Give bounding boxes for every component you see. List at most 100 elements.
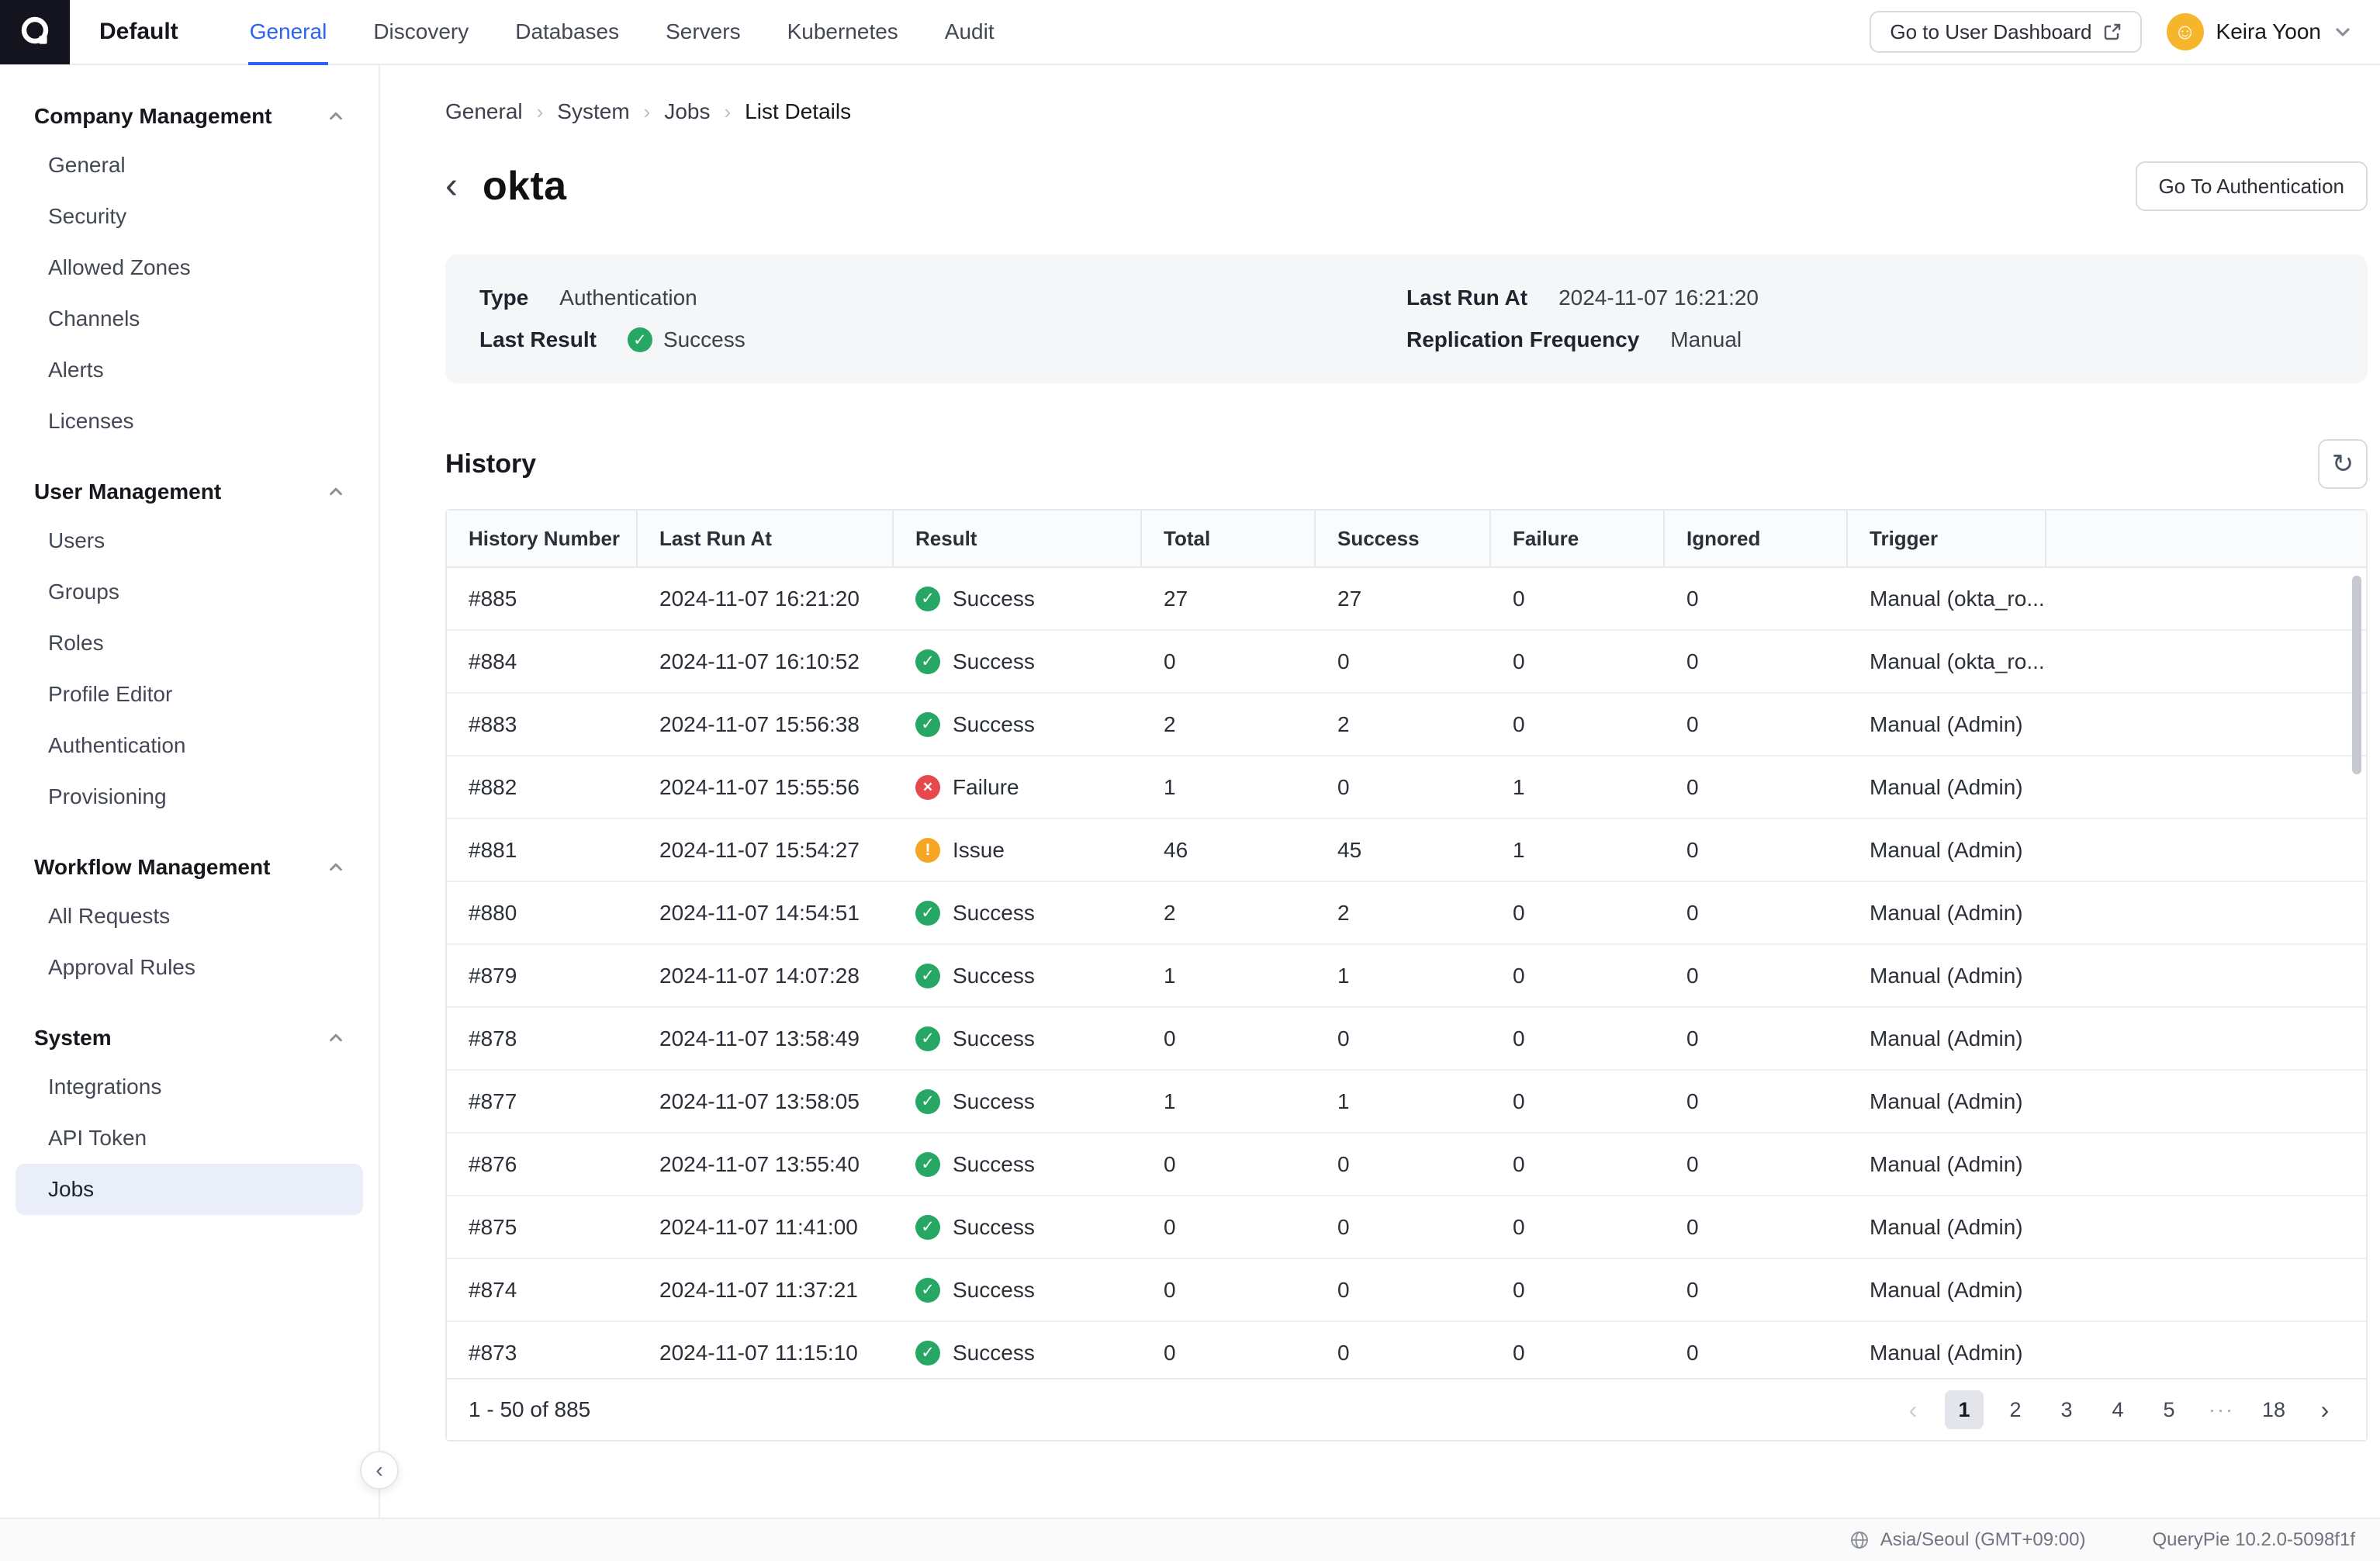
- info-last-run: Last Run At 2024-11-07 16:21:20: [1406, 286, 2333, 310]
- nav-tab-audit[interactable]: Audit: [922, 0, 1018, 64]
- cell-result: ✓ Success: [894, 1196, 1142, 1258]
- pagination-page-18[interactable]: 18: [2254, 1390, 2293, 1429]
- cell-filler: [2046, 819, 2366, 881]
- breadcrumb-item-jobs[interactable]: Jobs: [664, 99, 710, 124]
- sidebar-item-all-requests[interactable]: All Requests: [16, 891, 363, 942]
- sidebar-item-users[interactable]: Users: [16, 515, 363, 566]
- table-row: #884 2024-11-07 16:10:52 ✓ Success 0 0 0 0 Manua…: [447, 631, 2366, 694]
- app-body: Company Management General Security Allowed…: [0, 65, 2380, 1518]
- cell-history-number: #883: [469, 711, 517, 736]
- info-last-run-label: Last Run At: [1406, 286, 1528, 310]
- info-last-result-label: Last Result: [479, 327, 597, 351]
- pagination-prev-button[interactable]: ‹: [1894, 1390, 1932, 1429]
- sidebar-item-roles[interactable]: Roles: [16, 618, 363, 669]
- result-label: Success: [953, 1026, 1035, 1050]
- user-name: Keira Yoon: [2216, 19, 2321, 43]
- sidebar-item-channels[interactable]: Channels: [16, 293, 363, 344]
- refresh-button[interactable]: ↻: [2318, 439, 2368, 489]
- cell-total: 0: [1164, 1340, 1176, 1365]
- success-icon: ✓: [915, 1089, 940, 1114]
- cell-total: 46: [1164, 837, 1188, 862]
- pagination-next-button[interactable]: ›: [2306, 1390, 2344, 1429]
- avatar: ☺: [2166, 13, 2204, 50]
- table-scrollbar[interactable]: [2352, 576, 2361, 774]
- sidebar-collapse-button[interactable]: ‹: [360, 1451, 399, 1490]
- cell-last-run-at: 2024-11-07 11:15:10: [659, 1340, 858, 1365]
- cell-ignored: 0: [1686, 1340, 1699, 1365]
- cell-success: 0: [1337, 774, 1350, 799]
- cell-total: 0: [1164, 1277, 1176, 1302]
- cell-history-number: #877: [469, 1089, 517, 1113]
- cell-trigger: Manual (Admin): [1870, 900, 2023, 925]
- sidebar-item-profile-editor[interactable]: Profile Editor: [16, 669, 363, 720]
- cell-success: 0: [1337, 1214, 1350, 1239]
- cell-trigger: Manual (Admin): [1870, 1340, 2023, 1365]
- querypie-logo[interactable]: [0, 0, 70, 64]
- back-button[interactable]: ‹: [439, 168, 464, 205]
- success-icon: ✓: [915, 649, 940, 674]
- sidebar-section-header-company-management[interactable]: Company Management: [0, 93, 379, 140]
- sidebar-item-provisioning[interactable]: Provisioning: [16, 771, 363, 822]
- sidebar-item-authentication[interactable]: Authentication: [16, 720, 363, 771]
- cell-filler: [2046, 882, 2366, 943]
- sidebar-item-security[interactable]: Security: [16, 191, 363, 242]
- pagination-ellipsis[interactable]: ···: [2201, 1390, 2242, 1429]
- pagination-page-1[interactable]: 1: [1944, 1390, 1984, 1429]
- breadcrumb-item-general[interactable]: General: [445, 99, 523, 124]
- result-label: Success: [953, 1340, 1035, 1365]
- user-menu[interactable]: ☺ Keira Yoon: [2166, 13, 2352, 50]
- cell-total: 2: [1164, 900, 1176, 925]
- history-header: History ↻: [445, 439, 2368, 489]
- cell-last-run-at: 2024-11-07 11:37:21: [659, 1277, 858, 1302]
- sidebar-item-api-token[interactable]: API Token: [16, 1113, 363, 1164]
- sidebar-item-alerts[interactable]: Alerts: [16, 344, 363, 396]
- sidebar-item-integrations[interactable]: Integrations: [16, 1061, 363, 1113]
- nav-tab-general[interactable]: General: [227, 0, 351, 65]
- sidebar-section-company-management: Company Management General Security Allowed…: [0, 93, 379, 447]
- nav-tab-discovery[interactable]: Discovery: [350, 0, 492, 64]
- nav-tab-databases[interactable]: Databases: [492, 0, 642, 64]
- success-icon: ✓: [915, 1277, 940, 1303]
- sidebar-item-licenses[interactable]: Licenses: [16, 396, 363, 447]
- footer: Asia/Seoul (GMT+09:00) QueryPie 10.2.0-5…: [0, 1518, 2380, 1561]
- pagination-page-5[interactable]: 5: [2150, 1390, 2188, 1429]
- table-row: #882 2024-11-07 15:55:56 × Failure 1 0 1 0 Manua…: [447, 756, 2366, 819]
- breadcrumb: General › System › Jobs › List Details: [445, 99, 2368, 124]
- go-to-user-dashboard-label: Go to User Dashboard: [1890, 19, 2092, 43]
- sidebar-section-header-workflow-management[interactable]: Workflow Management: [0, 844, 379, 891]
- cell-trigger: Manual (okta_ro...: [1870, 586, 2045, 611]
- breadcrumb-item-system[interactable]: System: [557, 99, 629, 124]
- go-to-user-dashboard-button[interactable]: Go to User Dashboard: [1870, 11, 2142, 53]
- sidebar-item-jobs[interactable]: Jobs: [16, 1164, 363, 1215]
- cell-last-run-at: 2024-11-07 13:58:49: [659, 1026, 860, 1050]
- result-label: Success: [953, 1277, 1035, 1302]
- sidebar-item-approval-rules[interactable]: Approval Rules: [16, 942, 363, 993]
- cell-failure: 0: [1513, 1277, 1525, 1302]
- history-table: History Number Last Run At Result Total Succ…: [445, 509, 2368, 1442]
- cell-result: ✓ Success: [894, 1008, 1142, 1069]
- cell-trigger: Manual (Admin): [1870, 1214, 2023, 1239]
- go-to-authentication-button[interactable]: Go To Authentication: [2135, 161, 2368, 211]
- sidebar-item-allowed-zones[interactable]: Allowed Zones: [16, 242, 363, 293]
- cell-result: ✓ Success: [894, 694, 1142, 755]
- querypie-logo-icon: [16, 13, 54, 50]
- cell-ignored: 0: [1686, 1214, 1699, 1239]
- nav-tab-servers[interactable]: Servers: [642, 0, 763, 64]
- info-replication-value: Manual: [1670, 327, 1742, 351]
- sidebar-item-groups[interactable]: Groups: [16, 566, 363, 618]
- cell-success: 0: [1337, 1151, 1350, 1176]
- topbar-right: Go to User Dashboard ☺ Keira Yoon: [1870, 11, 2380, 53]
- info-type: Type Authentication: [479, 286, 1406, 310]
- sidebar-item-general[interactable]: General: [16, 140, 363, 191]
- pagination-page-2[interactable]: 2: [1996, 1390, 2035, 1429]
- cell-history-number: #880: [469, 900, 517, 925]
- nav-tab-kubernetes[interactable]: Kubernetes: [764, 0, 922, 64]
- job-info-panel: Type Authentication Last Run At 2024-11-…: [445, 254, 2368, 383]
- cell-last-run-at: 2024-11-07 15:55:56: [659, 774, 860, 799]
- cell-filler: [2046, 756, 2366, 818]
- cell-trigger: Manual (Admin): [1870, 1151, 2023, 1176]
- sidebar-section-header-user-management[interactable]: User Management: [0, 469, 379, 515]
- pagination-page-3[interactable]: 3: [2047, 1390, 2086, 1429]
- pagination-page-4[interactable]: 4: [2098, 1390, 2137, 1429]
- sidebar-section-header-system[interactable]: System: [0, 1015, 379, 1061]
